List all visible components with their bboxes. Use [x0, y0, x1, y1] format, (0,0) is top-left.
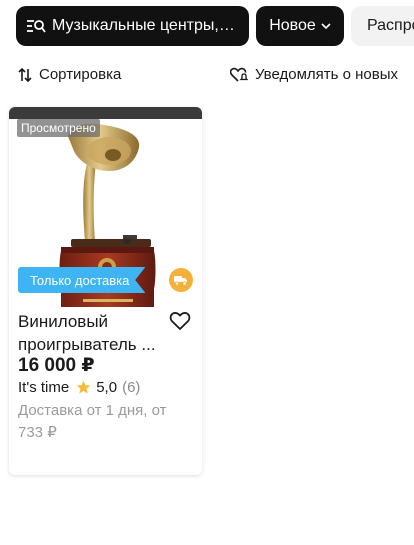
product-price: 16 000 ₽: [18, 355, 95, 376]
rating-value: 5,0: [96, 379, 118, 396]
product-card[interactable]: Просмотрено Только доставка Виниловый пр…: [9, 107, 202, 475]
sort-chip[interactable]: Новое: [256, 6, 344, 46]
toolbar: Сортировка Уведомлять о новых: [18, 66, 414, 88]
review-count: (6): [122, 379, 141, 396]
distribution-chip[interactable]: Распро: [351, 6, 414, 46]
card-top-strip: [9, 107, 202, 119]
delivery-only-badge: Только доставка: [18, 267, 146, 293]
delivery-info: Доставка от 1 дня, от 733 ₽: [18, 400, 188, 444]
search-list-icon: [27, 20, 46, 33]
product-title[interactable]: Виниловый проигрыватель ...: [18, 310, 168, 356]
notify-label: Уведомлять о новых: [255, 66, 399, 83]
chevron-down-icon: [321, 23, 331, 30]
heart-icon[interactable]: [169, 310, 191, 332]
product-title-line2: проигрыватель ...: [18, 335, 156, 354]
sort-label: Сортировка: [39, 66, 122, 83]
sort-arrows-icon: [18, 67, 32, 82]
search-chip[interactable]: Музыкальные центры, м...: [16, 6, 249, 46]
product-title-line1: Виниловый: [18, 312, 109, 331]
delivery-info-line2: 733 ₽: [18, 424, 57, 441]
heart-bell-icon: [230, 67, 248, 82]
viewed-badge: Просмотрено: [17, 119, 100, 137]
sort-button[interactable]: Сортировка: [18, 66, 121, 83]
filter-chips: Музыкальные центры, м... Новое Распро: [16, 6, 414, 46]
delivery-info-line1: Доставка от 1 дня, от: [18, 402, 167, 419]
search-chip-label: Музыкальные центры, м...: [52, 17, 239, 34]
star-icon: [76, 380, 91, 394]
seller-name[interactable]: It's time: [18, 379, 69, 396]
notify-button[interactable]: Уведомлять о новых: [230, 66, 398, 83]
truck-icon: [174, 275, 187, 286]
seller-rating-row: It's time 5,0 (6): [18, 379, 140, 396]
distribution-chip-label: Распро: [367, 17, 414, 34]
sort-chip-label: Новое: [269, 17, 316, 34]
truck-badge: [169, 268, 193, 292]
